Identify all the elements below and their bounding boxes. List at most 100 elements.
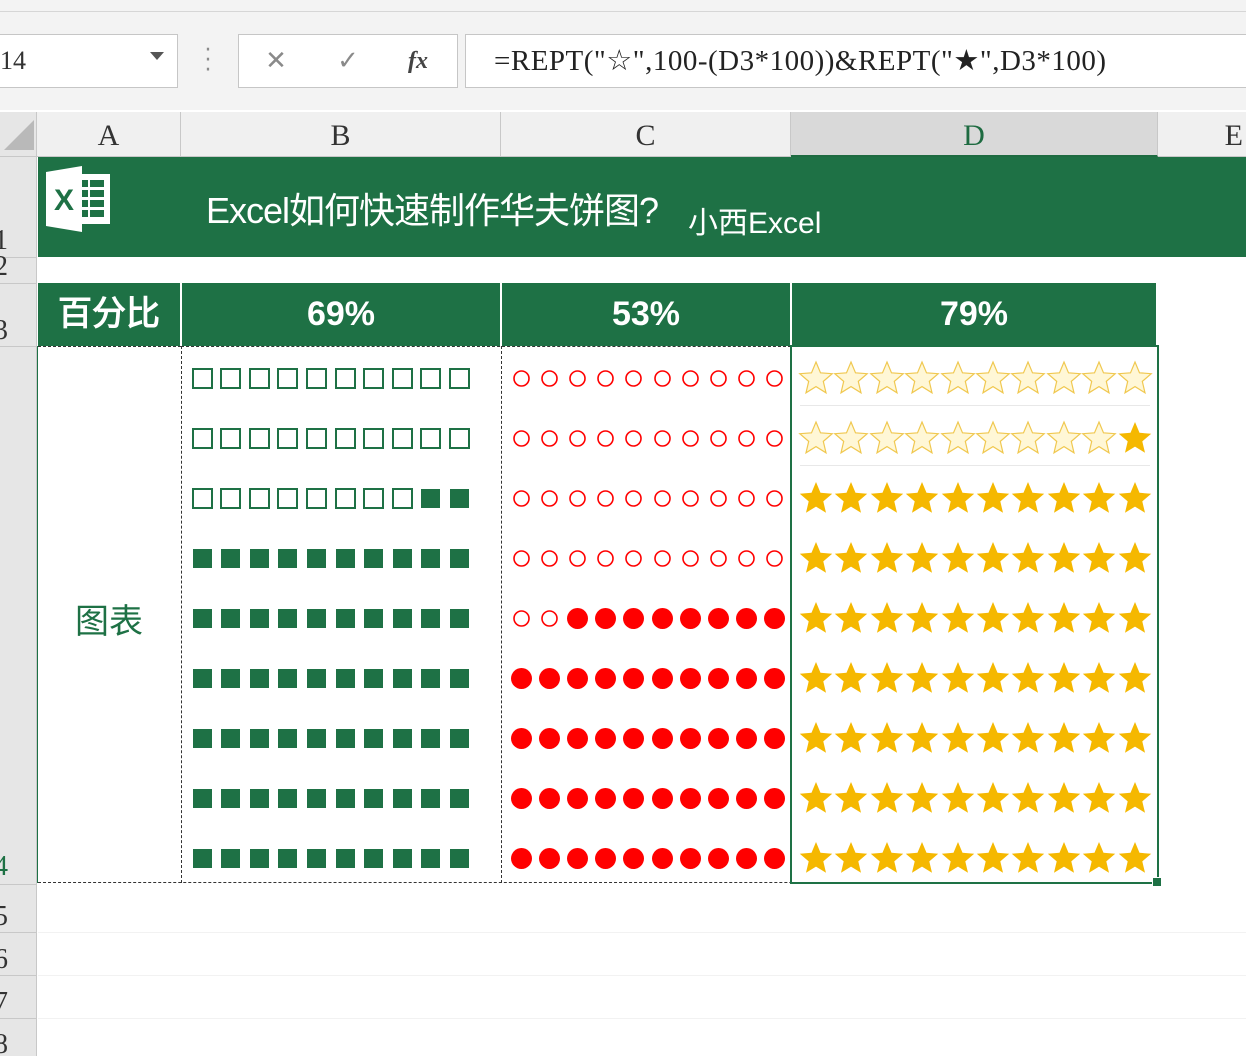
circle-empty-mark xyxy=(512,369,530,387)
square-filled-mark xyxy=(192,668,212,688)
formula-input[interactable]: =REPT("☆",100-(D3*100))&REPT("★",D3*100) xyxy=(465,34,1246,88)
circle-empty-mark xyxy=(569,549,586,567)
square-filled-mark xyxy=(192,608,212,628)
selected-cell-d14[interactable] xyxy=(790,345,1159,884)
percent-cell-c[interactable]: 53% xyxy=(502,283,790,346)
chevron-down-icon[interactable] xyxy=(150,52,164,60)
row-header-4[interactable]: 4 xyxy=(0,852,24,882)
circle-filled-mark xyxy=(566,787,588,809)
ribbon-strip xyxy=(0,0,1246,12)
row-header-2[interactable]: 2 xyxy=(0,252,24,282)
circle-filled-mark xyxy=(736,847,758,869)
square-filled-mark xyxy=(221,608,241,628)
square-empty-mark xyxy=(248,427,270,449)
square-empty-mark xyxy=(391,367,413,389)
square-filled-mark xyxy=(249,668,269,688)
row-header-3[interactable]: 3 xyxy=(0,316,24,346)
square-empty-mark xyxy=(305,367,327,389)
column-header-a[interactable]: A xyxy=(37,112,181,157)
banner-subtitle: 小西Excel xyxy=(688,207,822,240)
circle-filled-mark xyxy=(651,607,673,629)
row-divider xyxy=(0,283,37,284)
circle-filled-mark xyxy=(707,727,729,749)
circle-filled-mark xyxy=(679,727,701,749)
circle-filled-mark xyxy=(538,787,560,809)
percent-label-cell[interactable]: 百分比 xyxy=(38,283,180,346)
circle-empty-mark xyxy=(597,549,614,567)
circle-empty-mark xyxy=(681,549,699,567)
square-empty-mark xyxy=(363,367,385,389)
circle-filled-mark xyxy=(566,607,588,629)
square-filled-mark xyxy=(364,848,384,868)
row-divider xyxy=(0,884,37,885)
square-filled-mark xyxy=(335,848,355,868)
percent-cell-d[interactable]: 79% xyxy=(792,283,1156,346)
square-filled-mark xyxy=(249,548,269,568)
column-header-d[interactable]: D xyxy=(791,112,1158,157)
circle-empty-mark xyxy=(738,369,755,387)
more-icon[interactable]: · · · xyxy=(200,40,216,82)
column-header-c[interactable]: C xyxy=(501,112,791,157)
circle-filled-mark xyxy=(510,667,532,689)
square-filled-mark xyxy=(364,668,384,688)
square-filled-mark xyxy=(449,608,469,628)
circle-filled-mark xyxy=(764,667,786,689)
circle-filled-mark xyxy=(651,787,673,809)
circle-filled-mark xyxy=(595,847,617,869)
square-filled-mark xyxy=(278,728,298,748)
circle-filled-mark xyxy=(707,787,729,809)
square-filled-mark xyxy=(249,608,269,628)
square-filled-mark xyxy=(392,788,412,808)
square-empty-mark xyxy=(248,487,270,509)
grid-line xyxy=(38,932,1246,933)
circle-filled-mark xyxy=(538,667,560,689)
circle-empty-mark xyxy=(681,429,699,447)
percent-cell-b[interactable]: 69% xyxy=(182,283,500,346)
square-empty-mark xyxy=(277,427,299,449)
square-empty-mark xyxy=(334,427,356,449)
cell-border xyxy=(501,346,502,883)
cell-border xyxy=(181,346,791,347)
square-filled-mark xyxy=(364,788,384,808)
row-header-5[interactable]: 5 xyxy=(0,902,24,932)
square-filled-mark xyxy=(421,848,441,868)
square-filled-mark xyxy=(392,728,412,748)
enter-button[interactable]: ✓ xyxy=(330,44,366,78)
square-filled-mark xyxy=(221,728,241,748)
square-filled-mark xyxy=(421,728,441,748)
circle-empty-mark xyxy=(738,549,755,567)
circle-empty-mark xyxy=(569,429,586,447)
circle-empty-mark xyxy=(569,489,586,507)
square-filled-mark xyxy=(249,728,269,748)
circle-filled-mark xyxy=(707,847,729,869)
circle-empty-mark xyxy=(512,429,530,447)
name-box[interactable] xyxy=(0,34,178,88)
square-empty-mark xyxy=(191,487,213,509)
square-empty-mark xyxy=(334,487,356,509)
square-filled-mark xyxy=(449,488,469,508)
column-header-b[interactable]: B xyxy=(181,112,501,157)
cancel-button[interactable]: ✕ xyxy=(258,44,294,78)
chart-row-label[interactable]: 图表 xyxy=(38,594,180,643)
square-filled-mark xyxy=(278,608,298,628)
circle-filled-mark xyxy=(566,667,588,689)
square-filled-mark xyxy=(449,728,469,748)
circle-filled-mark xyxy=(623,667,645,689)
square-filled-mark xyxy=(392,548,412,568)
insert-function-button[interactable]: fx xyxy=(400,44,436,78)
circle-empty-mark xyxy=(625,489,643,507)
square-filled-mark xyxy=(364,728,384,748)
row-header-6[interactable]: 6 xyxy=(0,945,24,975)
circle-filled-mark xyxy=(679,607,701,629)
square-empty-mark xyxy=(277,487,299,509)
circle-empty-mark xyxy=(766,489,784,507)
row-header-7[interactable]: 7 xyxy=(0,988,24,1018)
circle-filled-mark xyxy=(764,787,786,809)
square-filled-mark xyxy=(335,668,355,688)
square-filled-mark xyxy=(335,608,355,628)
circle-empty-mark xyxy=(597,369,614,387)
column-header-e[interactable]: E xyxy=(1158,112,1246,157)
fill-handle[interactable] xyxy=(1152,877,1162,887)
square-empty-mark xyxy=(363,487,385,509)
circle-filled-mark xyxy=(510,787,532,809)
